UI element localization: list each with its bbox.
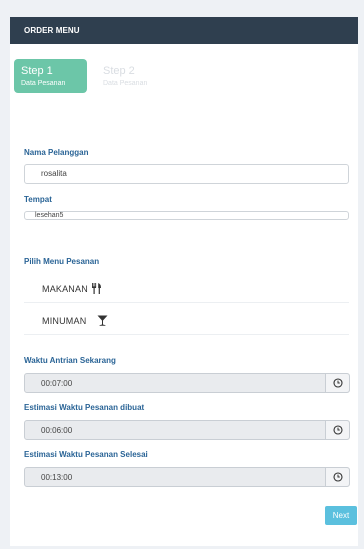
step-1-label: Data Pesanan — [21, 80, 66, 87]
cocktail-glass-icon — [97, 315, 108, 326]
menu-item-label: MINUMAN — [42, 316, 87, 326]
queue-time-value: 00:07:00 — [41, 379, 73, 388]
customer-name-label: Nama Pelanggan — [24, 148, 89, 157]
cutlery-icon — [92, 283, 101, 294]
estimated-done-field[interactable]: 00:13:00 — [24, 467, 350, 487]
estimated-prep-value: 00:06:00 — [41, 426, 73, 435]
panel-header: ORDER MENU — [10, 17, 358, 44]
menu-item-minuman[interactable]: MINUMAN — [24, 307, 349, 335]
step-1-number: Step 1 — [21, 65, 53, 77]
estimated-prep-field[interactable]: 00:06:00 — [24, 420, 350, 440]
estimated-prep-label: Estimasi Waktu Pesanan dibuat — [24, 403, 145, 412]
customer-name-input[interactable]: rosalita — [24, 164, 349, 184]
panel-title: ORDER MENU — [24, 26, 80, 35]
clock-icon — [333, 425, 343, 435]
queue-time-field[interactable]: 00:07:00 — [24, 373, 350, 393]
estimated-done-label: Estimasi Waktu Pesanan Selesai — [24, 450, 148, 459]
clock-icon — [333, 378, 343, 388]
place-label: Tempat — [24, 195, 52, 204]
menu-item-makanan[interactable]: MAKANAN — [24, 275, 349, 303]
estimated-done-value: 00:13:00 — [41, 473, 73, 482]
queue-time-clock-button[interactable] — [325, 374, 349, 392]
step-1-tab[interactable]: Step 1 Data Pesanan — [14, 59, 87, 93]
estimated-prep-clock-button[interactable] — [325, 421, 349, 439]
queue-time-label: Waktu Antrian Sekarang — [24, 356, 116, 365]
next-button[interactable]: Next — [325, 506, 357, 525]
step-2-number: Step 2 — [103, 65, 135, 77]
estimated-done-clock-button[interactable] — [325, 468, 349, 486]
step-2-label: Data Pesanan — [103, 80, 148, 87]
step-2-tab[interactable]: Step 2 Data Pesanan — [96, 59, 186, 93]
clock-icon — [333, 472, 343, 482]
order-menu-panel: ORDER MENU Step 1 Data Pesanan Step 2 Da… — [10, 17, 358, 546]
menu-item-label: MAKANAN — [42, 284, 88, 294]
menu-section-label: Pilih Menu Pesanan — [24, 257, 100, 266]
place-input[interactable]: lesehan5 — [24, 211, 349, 220]
